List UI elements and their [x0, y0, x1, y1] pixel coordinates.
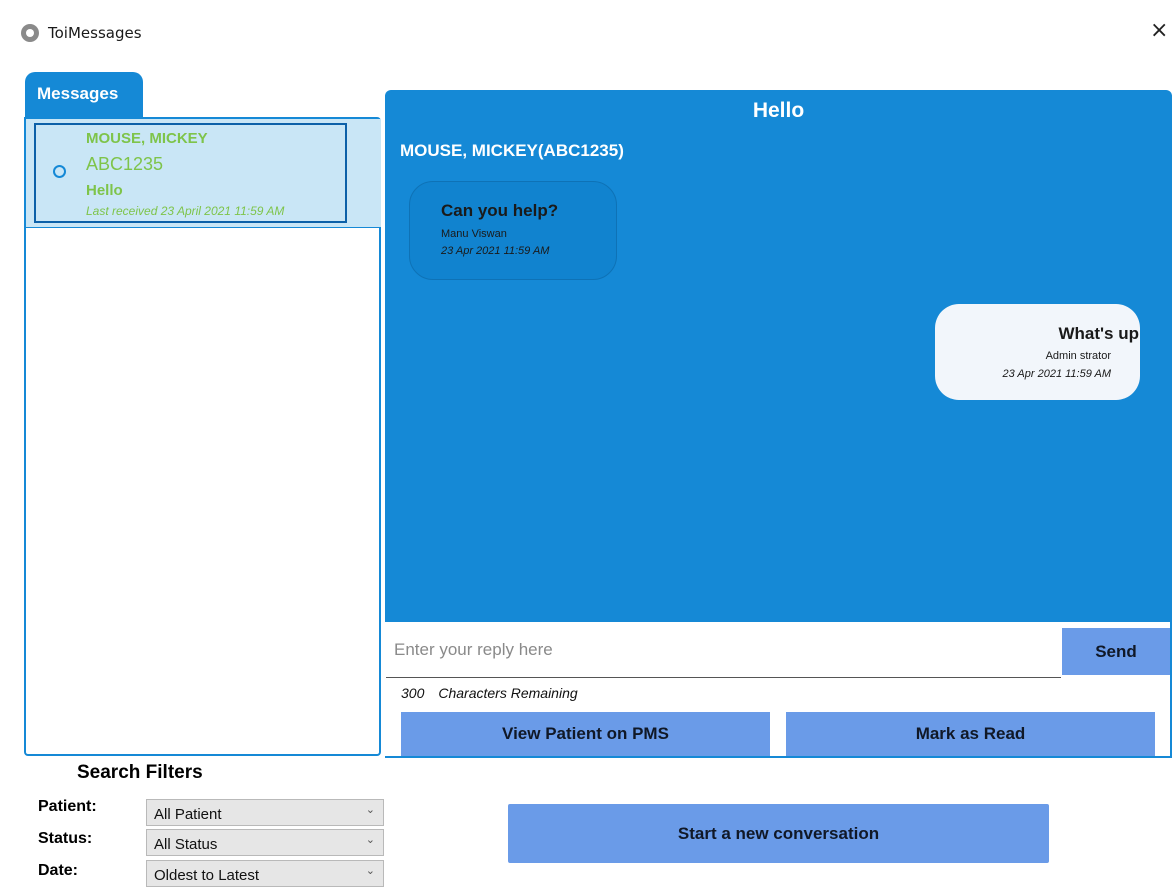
characters-remaining-label: Characters Remaining: [438, 685, 578, 701]
status-filter-value: All Status: [154, 836, 218, 853]
list-item-last-received: Last received 23 April 2021 11:59 AM: [86, 204, 285, 218]
chevron-down-icon: ⌄: [365, 834, 375, 846]
list-item-subject: Hello: [86, 182, 123, 199]
unread-indicator-icon: [53, 165, 66, 178]
patient-filter-value: All Patient: [154, 806, 222, 823]
outgoing-message-text: What's up: [1058, 324, 1139, 343]
view-patient-button[interactable]: View Patient on PMS: [401, 712, 770, 756]
start-new-conversation-button[interactable]: Start a new conversation: [508, 804, 1049, 863]
status-filter-select[interactable]: All Status ⌄: [146, 829, 384, 856]
incoming-message-time: 23 Apr 2021 11:59 AM: [441, 245, 550, 257]
window-title: ToiMessages: [48, 24, 142, 42]
send-button[interactable]: Send: [1062, 628, 1170, 675]
tab-messages[interactable]: Messages: [25, 72, 143, 117]
patient-filter-label: Patient:: [38, 798, 97, 815]
incoming-message-sender: Manu Viswan: [441, 228, 507, 240]
mark-as-read-button[interactable]: Mark as Read: [786, 712, 1155, 756]
search-filters-title: Search Filters: [77, 762, 203, 783]
app-icon: [21, 24, 39, 42]
characters-remaining-count: 300: [401, 685, 425, 701]
incoming-message-text: Can you help?: [441, 201, 559, 220]
date-filter-label: Date:: [38, 862, 79, 879]
outgoing-message-sender: Admin strator: [1045, 350, 1111, 362]
conversation-border-right: [1170, 622, 1172, 758]
reply-input[interactable]: [386, 622, 1061, 678]
date-filter-value: Oldest to Latest: [154, 867, 260, 884]
patient-filter-select[interactable]: All Patient ⌄: [146, 799, 384, 826]
chevron-down-icon: ⌄: [365, 865, 375, 877]
date-filter-select[interactable]: Oldest to Latest ⌄: [146, 860, 384, 887]
tab-messages-label: Messages: [37, 84, 119, 103]
conversation-subject: Hello: [752, 99, 805, 122]
list-item-patient-name: MOUSE, MICKEY: [86, 130, 208, 147]
conversation-patient: MOUSE, MICKEY(ABC1235): [400, 141, 624, 160]
outgoing-message-time: 23 Apr 2021 11:59 AM: [1002, 368, 1111, 380]
chevron-down-icon: ⌄: [365, 804, 375, 816]
conversation-border-bottom: [385, 756, 1172, 758]
close-icon[interactable]: ×: [1150, 18, 1168, 43]
list-item-patient-id: ABC1235: [86, 154, 164, 174]
characters-remaining: 300 Characters Remaining: [401, 685, 578, 701]
title-bar: [0, 0, 1173, 68]
status-filter-label: Status:: [38, 830, 93, 847]
